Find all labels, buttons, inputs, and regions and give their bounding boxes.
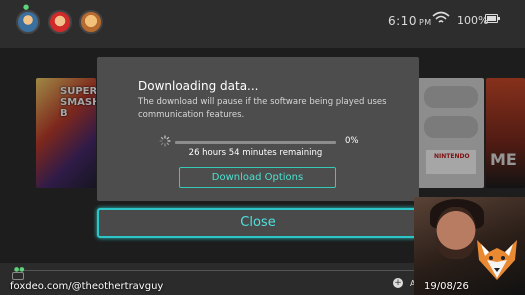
top-bar: ● 6:10 PM 100%: [0, 0, 525, 48]
date-stamp: 19/08/26: [424, 281, 469, 292]
dialog-message: The download will pause if the software …: [138, 97, 387, 120]
plus-icon: +: [393, 278, 403, 288]
battery-icon: [485, 14, 500, 23]
download-options-button[interactable]: Download Options: [179, 167, 336, 188]
dialog-title: Downloading data...: [138, 79, 259, 93]
divider: [14, 270, 414, 271]
spinner-icon: [159, 135, 171, 147]
user-avatar-1[interactable]: [16, 10, 40, 34]
battery-level: 100%: [457, 14, 489, 27]
fox-logo-icon: [477, 240, 517, 280]
time-remaining: 26 hours 54 minutes remaining: [188, 148, 323, 158]
controller-icon: [12, 272, 24, 280]
download-dialog: Downloading data... The download will pa…: [97, 57, 419, 201]
user-avatar-3[interactable]: [79, 10, 103, 34]
download-progress-bar: [175, 141, 336, 144]
user-avatar-2[interactable]: [48, 10, 72, 34]
close-button[interactable]: Close: [97, 208, 419, 238]
webcam-face: [436, 207, 476, 259]
clock-time: 6:10: [388, 14, 417, 28]
clock-meridiem: PM: [418, 18, 432, 27]
wifi-icon: [432, 11, 450, 23]
progress-percent: 0%: [345, 136, 359, 146]
clock: 6:10 PM: [388, 14, 432, 28]
watermark-text: foxdeo.com/@theothertravguy: [10, 281, 164, 292]
online-indicator: ●: [23, 3, 30, 11]
